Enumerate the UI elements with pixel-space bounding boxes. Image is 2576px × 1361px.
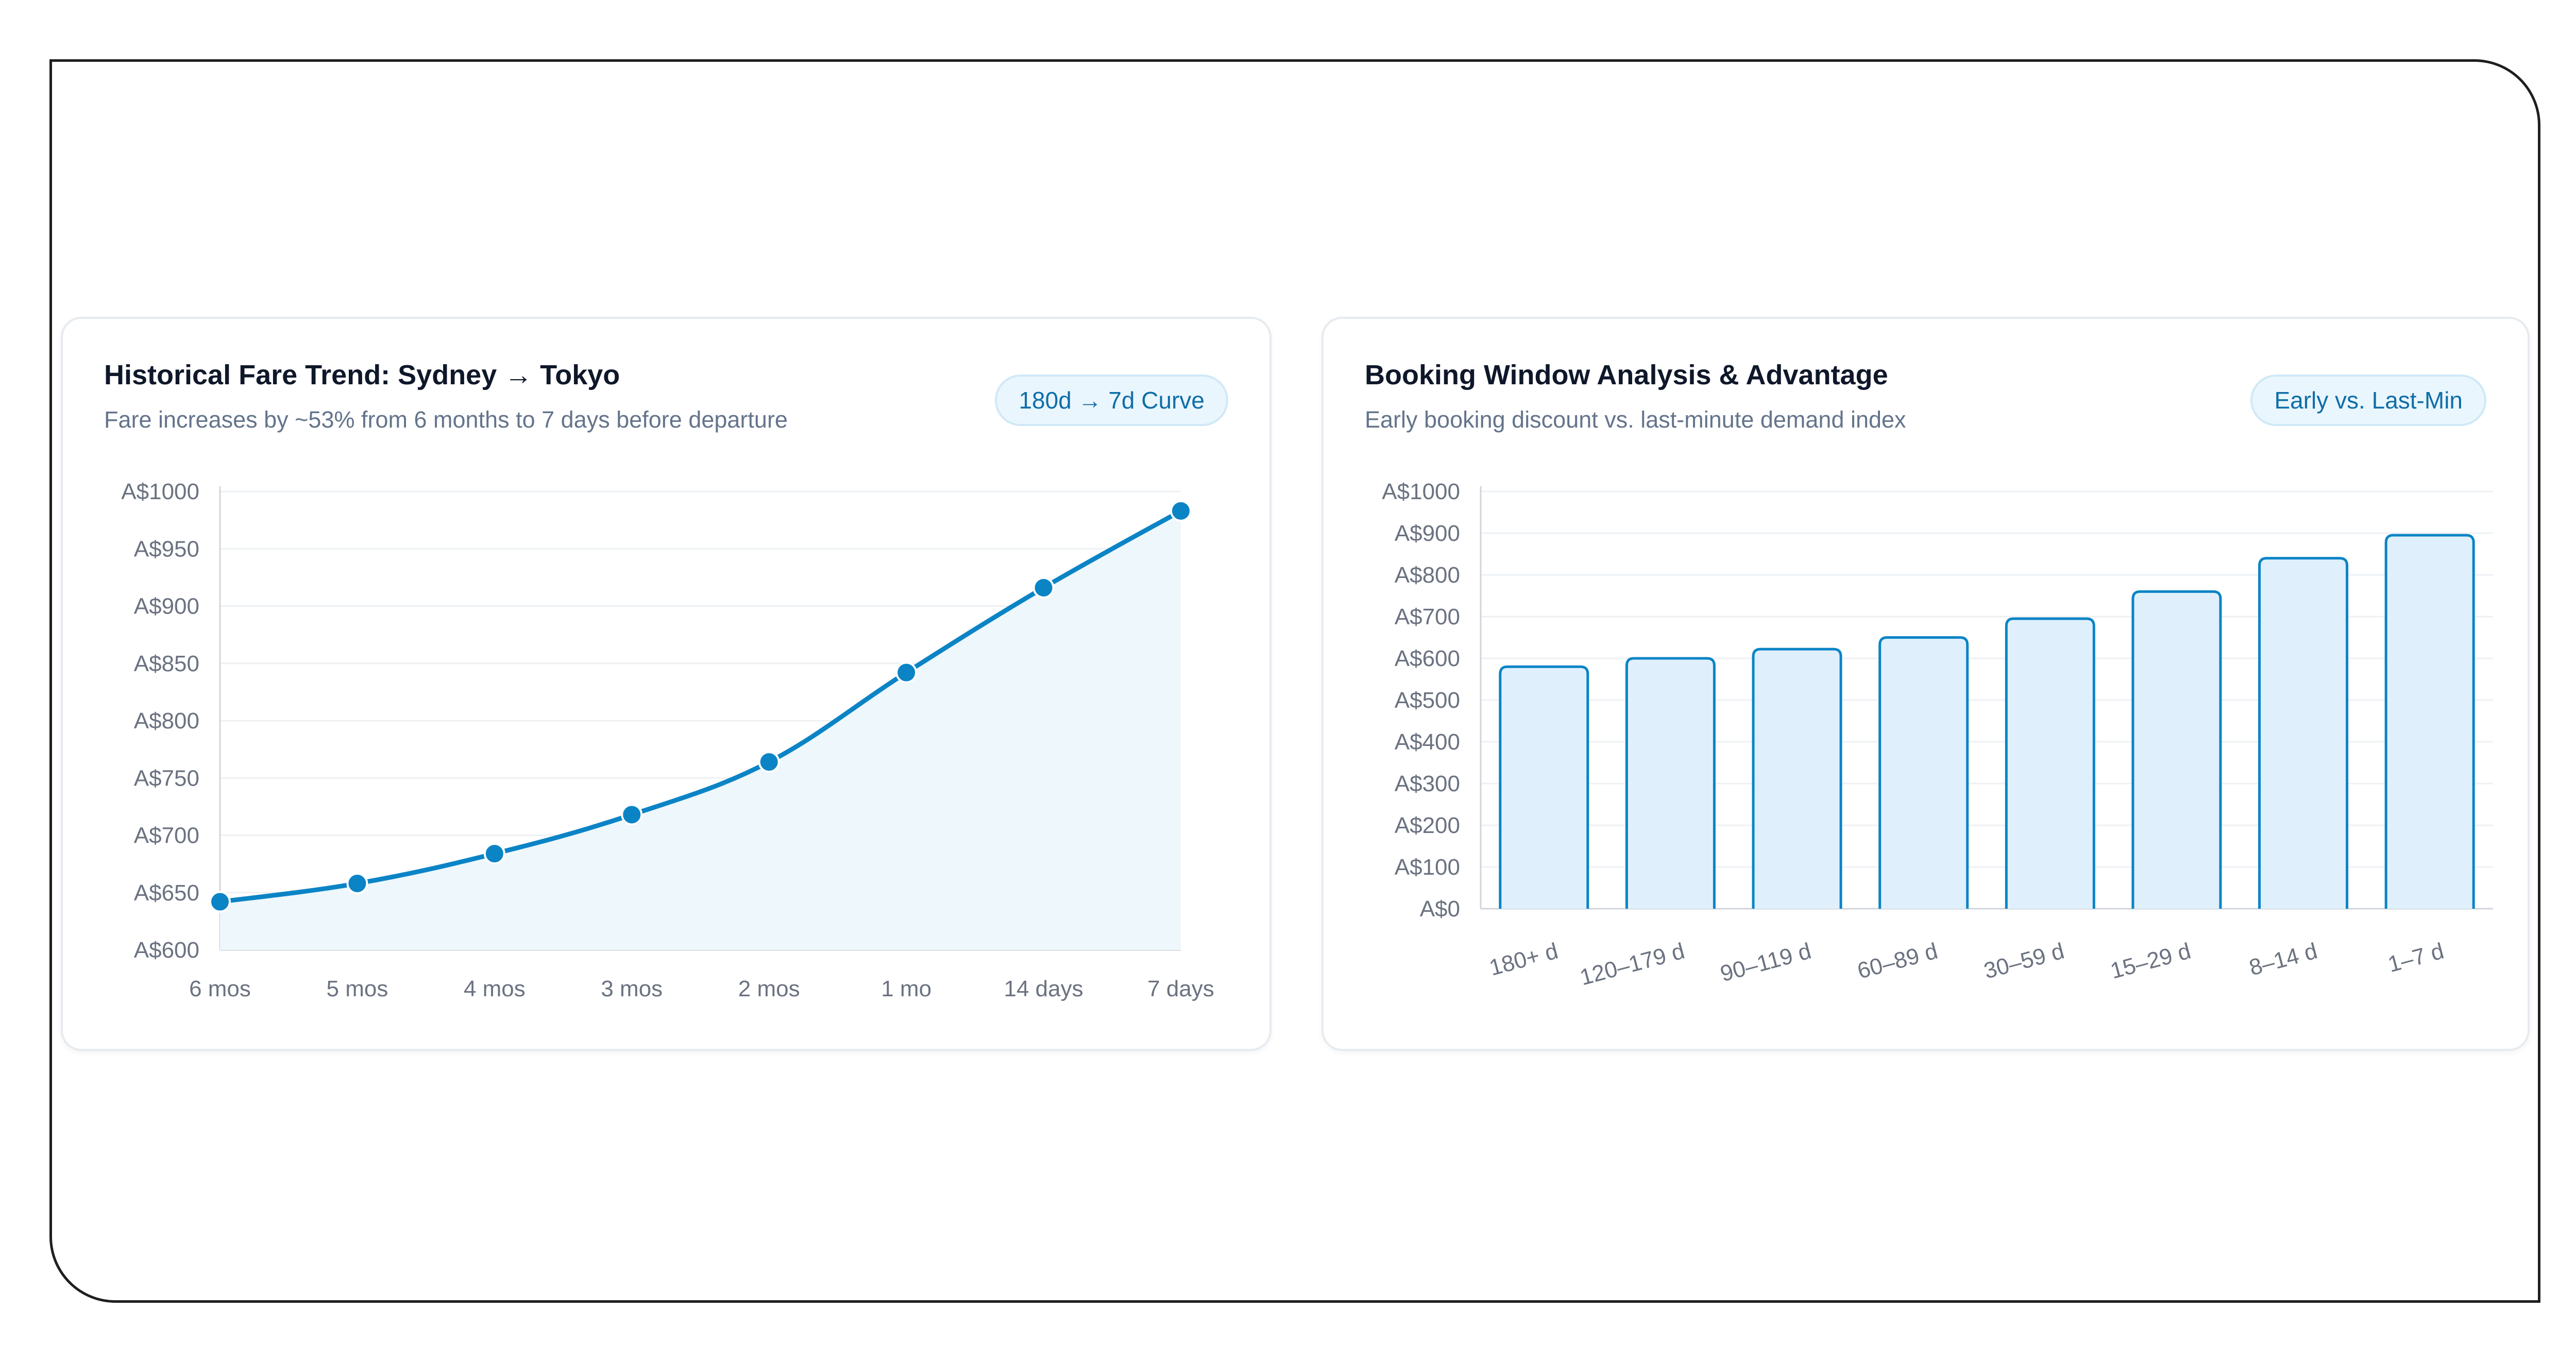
booking-bar[interactable] (1752, 648, 1842, 909)
y-tick-label: A$0 (1420, 896, 1460, 922)
x-tick-label: 6 mos (189, 976, 251, 1001)
fare-point[interactable] (758, 751, 780, 773)
x-tick-label: 120–179 d (1577, 938, 1687, 990)
x-tick-label: 2 mos (738, 976, 800, 1001)
fare-point[interactable] (621, 804, 643, 826)
booking-bar[interactable] (1878, 636, 1969, 909)
fare-point[interactable] (209, 891, 231, 913)
x-tick-label: 8–14 d (2246, 938, 2320, 980)
y-tick-label: A$400 (1395, 729, 1460, 755)
y-tick-label: A$900 (1395, 521, 1460, 546)
x-tick-label: 1 mo (881, 976, 931, 1001)
x-tick-label: 1–7 d (2385, 938, 2447, 977)
fare-point[interactable] (1170, 500, 1192, 522)
booking-window-card: Booking Window Analysis & Advantage Earl… (1321, 317, 2530, 1051)
y-tick-label: A$200 (1395, 813, 1460, 838)
booking-bar[interactable] (2131, 590, 2222, 909)
x-tick-label: 15–29 d (2108, 938, 2193, 983)
x-tick-label: 180+ d (1487, 938, 1561, 980)
x-tick-label: 7 days (1147, 976, 1214, 1001)
booking-bar[interactable] (1499, 665, 1589, 909)
y-tick-label: A$100 (1395, 855, 1460, 880)
y-tick-label: A$800 (1395, 563, 1460, 588)
booking-window-chart: A$0 A$100 A$200 A$300 A$400 A$500 A$600 A$700 A$… (1382, 479, 2493, 990)
booking-bar[interactable] (2384, 534, 2475, 909)
y-tick-label: A$1000 (121, 479, 199, 504)
y-tick-label: A$500 (1395, 688, 1460, 713)
booking-bar[interactable] (2258, 557, 2349, 909)
fare-trend-chart: A$600 A$650 A$700 A$750 A$800 A$850 A$900 A$950… (121, 479, 1214, 1001)
y-tick-label: A$300 (1395, 771, 1460, 796)
y-tick-label: A$600 (134, 938, 199, 963)
x-tick-label: 14 days (1004, 976, 1083, 1001)
y-tick-label: A$700 (1395, 604, 1460, 630)
y-tick-label: A$850 (134, 651, 199, 676)
fare-point[interactable] (895, 661, 918, 684)
y-tick-label: A$700 (134, 823, 199, 848)
y-tick-label: A$1000 (1382, 479, 1460, 504)
x-tick-label: 5 mos (327, 976, 388, 1001)
fare-trend-card: Historical Fare Trend: Sydney → Tokyo Fa… (61, 317, 1272, 1051)
x-tick-label: 60–89 d (1855, 938, 1940, 983)
y-tick-label: A$800 (134, 708, 199, 734)
fare-point[interactable] (1032, 576, 1055, 599)
booking-bar[interactable] (2005, 617, 2095, 909)
y-tick-label: A$950 (134, 536, 199, 562)
x-tick-label: 90–119 d (1718, 938, 1814, 986)
fare-point[interactable] (483, 843, 505, 865)
x-tick-label: 30–59 d (1981, 938, 2067, 983)
fare-point[interactable] (346, 872, 368, 894)
y-tick-label: A$600 (1395, 646, 1460, 671)
x-tick-label: 4 mos (464, 976, 526, 1001)
y-tick-label: A$650 (134, 880, 199, 906)
y-tick-label: A$900 (134, 594, 199, 619)
booking-bar[interactable] (1625, 657, 1716, 909)
x-tick-label: 3 mos (601, 976, 663, 1001)
y-tick-label: A$750 (134, 765, 199, 791)
